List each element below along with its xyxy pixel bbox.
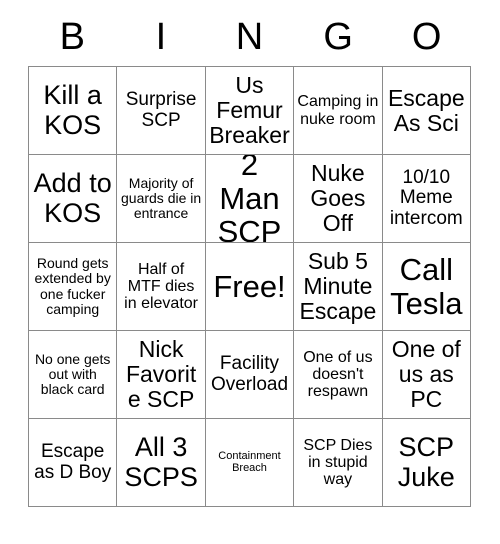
bingo-square-label: Add to KOS — [33, 168, 112, 228]
bingo-square-label: SCP Dies in stupid way — [303, 436, 373, 489]
bingo-square[interactable]: Half of MTF dies in elevator — [117, 243, 206, 331]
bingo-square-label: Escape As Sci — [387, 84, 465, 136]
bingo-square[interactable]: Facility Overload — [205, 331, 295, 419]
bingo-square[interactable]: One of us as PC — [382, 331, 471, 419]
bingo-card: B I N G O Kill a KOS Surprise SCP Us Femur… — [28, 8, 471, 507]
bingo-square[interactable]: 10/10 Meme intercom — [382, 155, 471, 243]
bingo-square[interactable]: Call Tesla — [382, 243, 471, 331]
bingo-square-label: Sub 5 Minute Escape — [299, 248, 377, 324]
bingo-grid: Kill a KOS Surprise SCP Us Femur Breaker Ca… — [28, 66, 471, 507]
bingo-header-letter-n: N — [235, 16, 264, 58]
bingo-square[interactable]: SCP Dies in stupid way — [294, 419, 383, 507]
bingo-square[interactable]: SCP Juke — [382, 419, 471, 507]
bingo-square[interactable]: Round gets extended by one fucker campin… — [29, 243, 118, 331]
bingo-square[interactable]: 2 Man SCP — [205, 155, 295, 243]
bingo-square[interactable]: Escape As Sci — [382, 67, 471, 155]
bingo-square-label: 2 Man SCP — [217, 155, 282, 243]
bingo-square-label: Camping in nuke room — [297, 93, 379, 128]
bingo-square[interactable]: Surprise SCP — [117, 67, 206, 155]
bingo-square[interactable]: One of us doesn't respawn — [294, 331, 383, 419]
bingo-square[interactable]: All 3 SCPS — [117, 419, 206, 507]
bingo-square-label: Round gets extended by one fucker campin… — [34, 255, 111, 317]
bingo-header-letter-i: I — [155, 16, 167, 58]
bingo-square[interactable]: Add to KOS — [29, 155, 118, 243]
bingo-square-label: Facility Overload — [210, 352, 289, 395]
bingo-square[interactable]: Containment Breach — [205, 419, 295, 507]
bingo-square[interactable]: Kill a KOS — [29, 67, 118, 155]
bingo-square-label: Escape as D Boy — [34, 440, 112, 483]
bingo-square-label: No one gets out with black card — [34, 350, 111, 398]
bingo-header-letter-o: O — [411, 16, 442, 58]
bingo-square-label: Us Femur Breaker — [209, 72, 290, 148]
bingo-free-space[interactable]: Free! — [205, 243, 295, 331]
bingo-square-label: SCP Juke — [397, 432, 455, 492]
bingo-square[interactable]: Nuke Goes Off — [294, 155, 383, 243]
bingo-square-label: Nuke Goes Off — [310, 160, 366, 236]
bingo-square[interactable]: Escape as D Boy — [29, 419, 118, 507]
bingo-square[interactable]: Camping in nuke room — [294, 67, 383, 155]
bingo-square-label: Containment Breach — [218, 449, 281, 474]
bingo-square-label: Majority of guards die in entrance — [121, 174, 202, 222]
bingo-square[interactable]: Us Femur Breaker — [205, 67, 295, 155]
bingo-square[interactable]: Majority of guards die in entrance — [117, 155, 206, 243]
bingo-header-letter-b: B — [59, 16, 85, 58]
bingo-square-label: 10/10 Meme intercom — [389, 166, 463, 229]
bingo-square[interactable]: Sub 5 Minute Escape — [294, 243, 383, 331]
bingo-square[interactable]: No one gets out with black card — [29, 331, 118, 419]
bingo-square-label: Nick Favorite SCP — [125, 336, 197, 412]
bingo-square-label: Free! — [213, 268, 286, 304]
bingo-square[interactable]: Nick Favorite SCP — [117, 331, 206, 419]
bingo-square-label: All 3 SCPS — [124, 432, 198, 492]
bingo-header-row: B I N G O — [28, 8, 471, 66]
bingo-square-label: Kill a KOS — [43, 80, 102, 140]
bingo-square-label: Call Tesla — [390, 252, 463, 321]
bingo-square-label: One of us as PC — [391, 336, 461, 412]
bingo-square-label: Surprise SCP — [125, 88, 197, 131]
bingo-square-label: Half of MTF dies in elevator — [124, 260, 198, 313]
bingo-header-letter-g: G — [323, 16, 353, 58]
bingo-square-label: One of us doesn't respawn — [303, 348, 373, 401]
